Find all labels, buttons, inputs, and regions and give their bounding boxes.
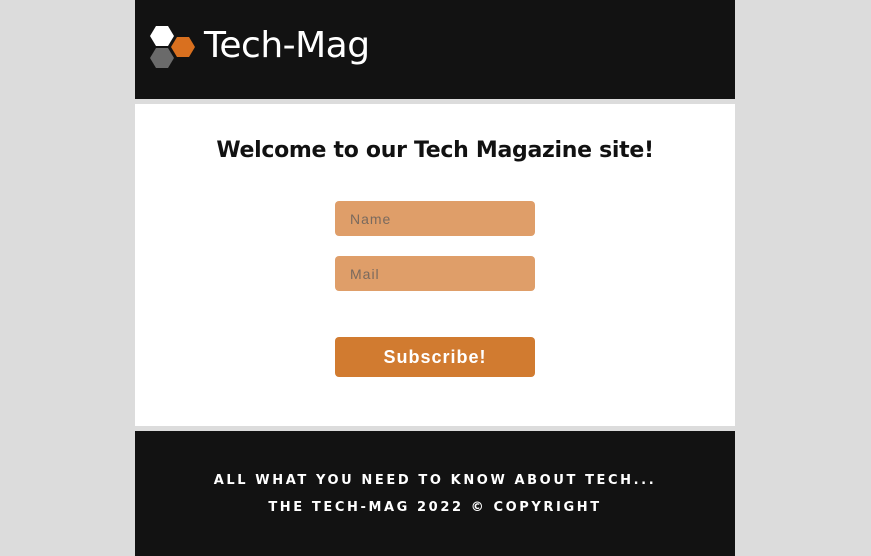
footer-tagline: ALL WHAT YOU NEED TO KNOW ABOUT TECH... [213, 473, 657, 488]
name-input[interactable] [335, 201, 535, 236]
subscribe-button[interactable]: Subscribe! [335, 337, 535, 377]
logo[interactable]: Tech-Mag [150, 24, 370, 72]
page-title: Welcome to our Tech Magazine site! [216, 138, 654, 163]
page: Tech-Mag Welcome to our Tech Magazine si… [135, 0, 735, 556]
mail-input[interactable] [335, 256, 535, 291]
subscribe-section: Welcome to our Tech Magazine site! Subsc… [135, 104, 735, 426]
hexagon-cluster-icon [150, 26, 195, 68]
footer: ALL WHAT YOU NEED TO KNOW ABOUT TECH... … [135, 431, 735, 556]
header: Tech-Mag [135, 0, 735, 99]
logo-text: Tech-Mag [204, 25, 370, 66]
footer-copyright: THE TECH-MAG 2022 © COPYRIGHT [268, 500, 602, 515]
